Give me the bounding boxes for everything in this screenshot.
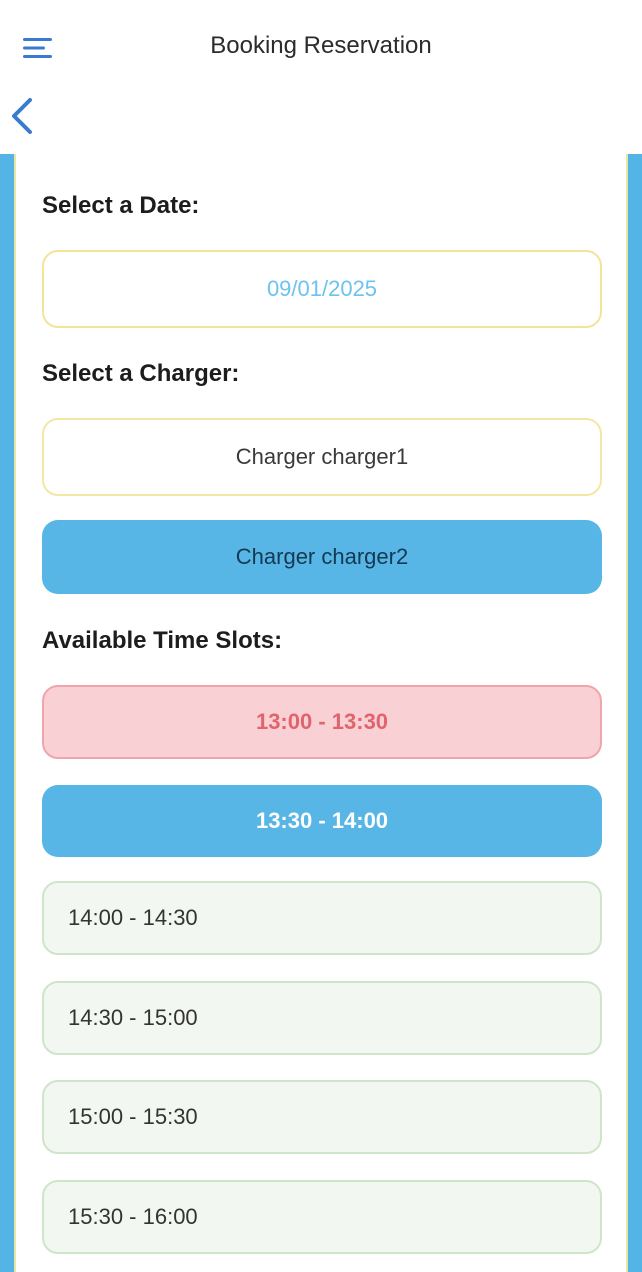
select-date-label: Select a Date: [42,192,200,219]
time-slot-booked[interactable]: 13:00 - 13:30 [42,685,602,759]
time-slot-selected[interactable]: 13:30 - 14:00 [42,785,602,857]
top-app-bar: Booking Reservation [0,0,642,155]
time-slot-label: 13:00 - 13:30 [255,709,389,734]
page-title: Booking Reservation [210,32,432,59]
time-slot[interactable]: 15:00 - 15:30 [42,1080,602,1154]
time-slot-label: 13:30 - 14:00 [255,808,389,833]
charger-option-label: Charger charger2 [235,544,409,569]
chevron-left-icon[interactable] [6,96,40,136]
time-slot-label: 14:30 - 15:00 [68,1005,198,1030]
charger-option-label: Charger charger1 [235,444,409,469]
left-accent-bar [0,154,14,1272]
time-slot-label: 15:00 - 15:30 [68,1104,198,1129]
time-slot-label: 14:00 - 14:30 [68,905,198,930]
time-slot-label: 15:30 - 16:00 [68,1204,198,1229]
right-accent-bar [628,154,642,1272]
time-slot[interactable]: 14:00 - 14:30 [42,881,602,955]
time-slot[interactable]: 14:30 - 15:00 [42,981,602,1055]
charger-option-1[interactable]: Charger charger1 [42,418,602,496]
charger-option-2-selected[interactable]: Charger charger2 [42,520,602,594]
date-picker-field[interactable]: 09/01/2025 [42,250,602,328]
available-time-slots-label: Available Time Slots: [42,627,283,654]
date-value: 09/01/2025 [266,276,378,301]
select-charger-label: Select a Charger: [42,360,240,387]
time-slot[interactable]: 15:30 - 16:00 [42,1180,602,1254]
